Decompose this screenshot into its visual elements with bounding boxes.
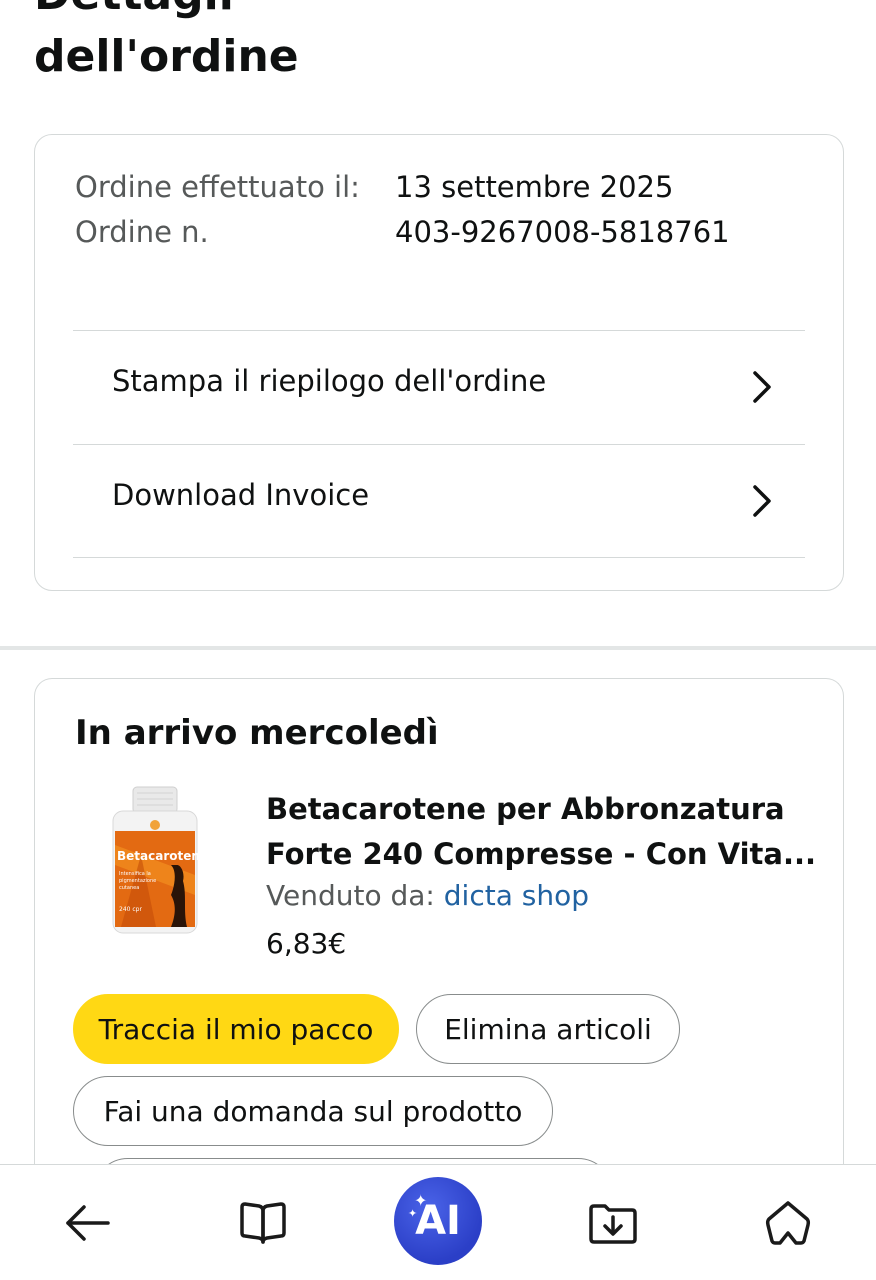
download-invoice-label: Download Invoice (112, 478, 370, 512)
home-icon[interactable] (760, 1195, 816, 1251)
download-invoice-link[interactable]: Download Invoice (73, 444, 805, 558)
page-title: Dettagli dell'ordine (34, 0, 634, 88)
svg-text:pigmentazione: pigmentazione (119, 878, 156, 884)
product-title-link[interactable]: Betacarotene per Abbronzatura Forte 240 … (266, 787, 826, 877)
order-date-value: 13 settembre 2025 (395, 170, 674, 204)
svg-text:240 cpr: 240 cpr (119, 906, 142, 913)
bottom-nav-bar: ✦ ✦ AI (0, 1164, 876, 1280)
product-price: 6,83€ (266, 927, 347, 960)
ask-question-button[interactable]: Fai una domanda sul prodotto (73, 1076, 553, 1146)
chevron-right-icon (753, 485, 771, 517)
print-summary-link[interactable]: Stampa il riepilogo dell'ordine (73, 330, 805, 444)
summary-labels: Ordine effettuato il: Ordine n. (75, 165, 375, 255)
page-title-line1: Dettagli (34, 0, 634, 26)
ai-assistant-button[interactable]: ✦ ✦ AI (394, 1177, 482, 1265)
order-date-label: Ordine effettuato il: (75, 170, 360, 204)
shipment-card: In arrivo mercoledì Betacarotene Intensi… (34, 678, 844, 1228)
product-image[interactable]: Betacarotene Intensifica la pigmentazion… (101, 785, 201, 945)
seller-label: Venduto da: (266, 879, 435, 912)
svg-text:Intensifica la: Intensifica la (119, 871, 151, 877)
seller-info: Venduto da: dicta shop (266, 879, 589, 912)
download-folder-icon[interactable] (585, 1195, 641, 1251)
order-number-label: Ordine n. (75, 215, 209, 249)
arrival-title: In arrivo mercoledì (75, 713, 439, 753)
book-icon[interactable] (235, 1195, 291, 1251)
section-divider (0, 646, 876, 650)
order-number-value: 403-9267008-5818761 (395, 215, 730, 249)
chevron-right-icon (753, 371, 771, 403)
print-summary-label: Stampa il riepilogo dell'ordine (112, 364, 547, 398)
order-summary-card: Ordine effettuato il: Ordine n. 13 sette… (34, 134, 844, 591)
summary-values: 13 settembre 2025 403-9267008-5818761 (395, 165, 730, 255)
seller-link[interactable]: dicta shop (444, 879, 589, 912)
page-title-line2: dell'ordine (34, 31, 299, 82)
delete-items-button[interactable]: Elimina articoli (416, 994, 680, 1064)
sparkle-small-icon: ✦ (408, 1207, 418, 1220)
track-package-button[interactable]: Traccia il mio pacco (73, 994, 399, 1064)
svg-text:Betacarotene: Betacarotene (117, 849, 201, 863)
svg-text:cutanea: cutanea (119, 885, 139, 891)
back-arrow-icon[interactable] (60, 1195, 116, 1251)
